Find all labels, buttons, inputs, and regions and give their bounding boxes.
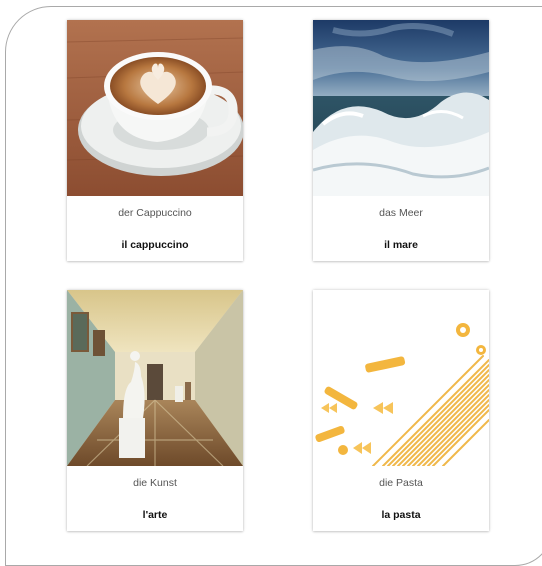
flashcard-pasta[interactable]: die Pasta la pasta bbox=[313, 290, 489, 531]
german-word: die Kunst bbox=[133, 477, 177, 489]
italian-word: la pasta bbox=[381, 509, 421, 521]
dry-pasta-image bbox=[313, 290, 489, 466]
flashcard-cappuccino[interactable]: der Cappuccino il cappuccino bbox=[67, 20, 243, 261]
italian-word: il mare bbox=[384, 239, 418, 251]
italian-word: il cappuccino bbox=[121, 239, 189, 251]
german-word: der Cappuccino bbox=[118, 207, 192, 219]
museum-gallery-image bbox=[67, 290, 243, 466]
italian-word: l'arte bbox=[142, 509, 168, 521]
sea-waves-image bbox=[313, 20, 489, 196]
german-word: das Meer bbox=[379, 207, 423, 219]
german-word: die Pasta bbox=[379, 477, 423, 489]
cappuccino-cup-image bbox=[67, 20, 243, 196]
flashcard-art[interactable]: die Kunst l'arte bbox=[67, 290, 243, 531]
flashcard-sea[interactable]: das Meer il mare bbox=[313, 20, 489, 261]
